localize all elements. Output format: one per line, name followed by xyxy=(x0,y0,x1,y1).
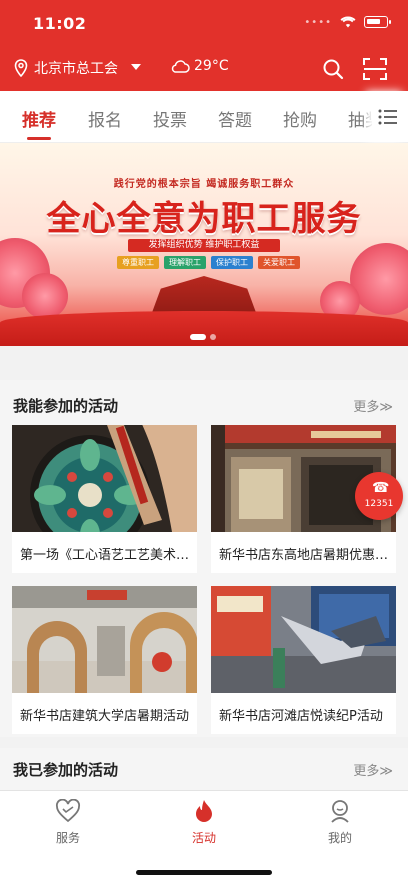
chevron-down-icon[interactable] xyxy=(131,64,141,70)
activity-title: 新华书店建筑大学店暑期活动 xyxy=(20,709,190,724)
tabbar-profile[interactable]: 我的 xyxy=(310,799,370,846)
home-indicator xyxy=(136,870,272,875)
more-link[interactable]: 更多≫ xyxy=(353,760,393,779)
joined-activities-section: 我已参加的活动 更多≫ xyxy=(0,748,408,790)
active-tab-indicator xyxy=(27,137,51,140)
location-selector[interactable]: 北京市总工会 xyxy=(14,58,118,78)
weather-widget: 29°C xyxy=(170,58,229,74)
tabbar-label: 我的 xyxy=(327,831,352,845)
bottom-tabbar: 服务 活动 我的 xyxy=(0,790,408,883)
tab-recommend[interactable]: 推荐 xyxy=(22,106,56,131)
tabbar-label: 活动 xyxy=(191,831,216,845)
signal-icon: •••• xyxy=(304,16,332,28)
section-title: 我能参加的活动 xyxy=(13,397,119,415)
hero-banner[interactable]: 践行党的根本宗旨 竭诚服务职工群众 全心全意为职工服务 发挥组织优势 维护职工权… xyxy=(0,143,408,346)
search-icon[interactable] xyxy=(322,58,344,80)
status-time: 11:02 xyxy=(33,14,87,33)
carousel-indicator xyxy=(190,334,216,340)
category-tabs: 推荐 报名 投票 答题 抢购 抽奖 xyxy=(0,91,408,143)
tabbar-activities[interactable]: 活动 xyxy=(174,799,234,846)
banner-tag: 关爱职工 xyxy=(258,256,300,269)
hotline-number: 12351 xyxy=(364,499,394,509)
carousel-dot[interactable] xyxy=(210,334,216,340)
battery-icon xyxy=(364,16,391,28)
activity-image xyxy=(211,586,396,693)
activity-card[interactable]: 新华书店建筑大学店暑期活动 xyxy=(12,586,197,734)
cloud-icon xyxy=(171,60,190,73)
more-link[interactable]: 更多≫ xyxy=(353,396,393,415)
activity-image xyxy=(12,586,197,693)
activity-image xyxy=(12,425,197,532)
banner-tag: 尊重职工 xyxy=(117,256,159,269)
temperature-label: 29°C xyxy=(194,58,229,74)
tab-vote[interactable]: 投票 xyxy=(153,106,187,131)
banner-tag: 保护职工 xyxy=(211,256,253,269)
banner-title: 全心全意为职工服务 xyxy=(46,199,362,239)
app-header: 11:02 •••• 北京市总工会 29°C xyxy=(0,0,408,91)
tab-quiz[interactable]: 答题 xyxy=(218,106,252,131)
banner-subtitle: 践行党的根本宗旨 竭诚服务职工群众 xyxy=(113,179,295,190)
activity-title: 新华书店东高地店暑期优惠活动 xyxy=(219,548,389,563)
banner-tag: 理解职工 xyxy=(164,256,206,269)
hotline-button[interactable]: ☎ 12351 xyxy=(355,472,403,520)
location-pin-icon xyxy=(14,59,28,77)
flame-icon xyxy=(196,800,212,822)
tabbar-label: 服务 xyxy=(55,831,80,845)
scan-icon[interactable] xyxy=(362,57,388,81)
activity-card[interactable]: 新华书店河滩店悦读纪P活动 xyxy=(211,586,396,734)
status-bar: 11:02 •••• xyxy=(0,0,408,46)
tab-signup[interactable]: 报名 xyxy=(88,106,122,131)
section-title: 我已参加的活动 xyxy=(13,761,119,779)
tabbar-service[interactable]: 服务 xyxy=(38,798,98,846)
activity-title: 新华书店河滩店悦读纪P活动 xyxy=(219,709,383,724)
location-label: 北京市总工会 xyxy=(34,61,118,77)
activity-card[interactable]: 第一场《工心语艺工艺美术沙龙》 xyxy=(12,425,197,573)
menu-icon[interactable] xyxy=(378,109,398,125)
phone-icon: ☎ xyxy=(372,480,390,496)
available-activities-section: 我能参加的活动 更多≫ 第一场《工心语艺工艺美术沙 新华书店东高地店暑期优惠活动… xyxy=(0,380,408,737)
heart-icon xyxy=(56,798,80,823)
tab-flash-sale[interactable]: 抢购 xyxy=(283,106,317,131)
banner-slogan: 发挥组织优势 维护职工权益 xyxy=(128,239,280,252)
user-icon xyxy=(331,800,349,823)
carousel-dot-active[interactable] xyxy=(190,334,206,340)
activity-title: 第一场《工心语艺工艺美术沙龙》 xyxy=(20,548,190,563)
wifi-icon xyxy=(340,16,356,28)
